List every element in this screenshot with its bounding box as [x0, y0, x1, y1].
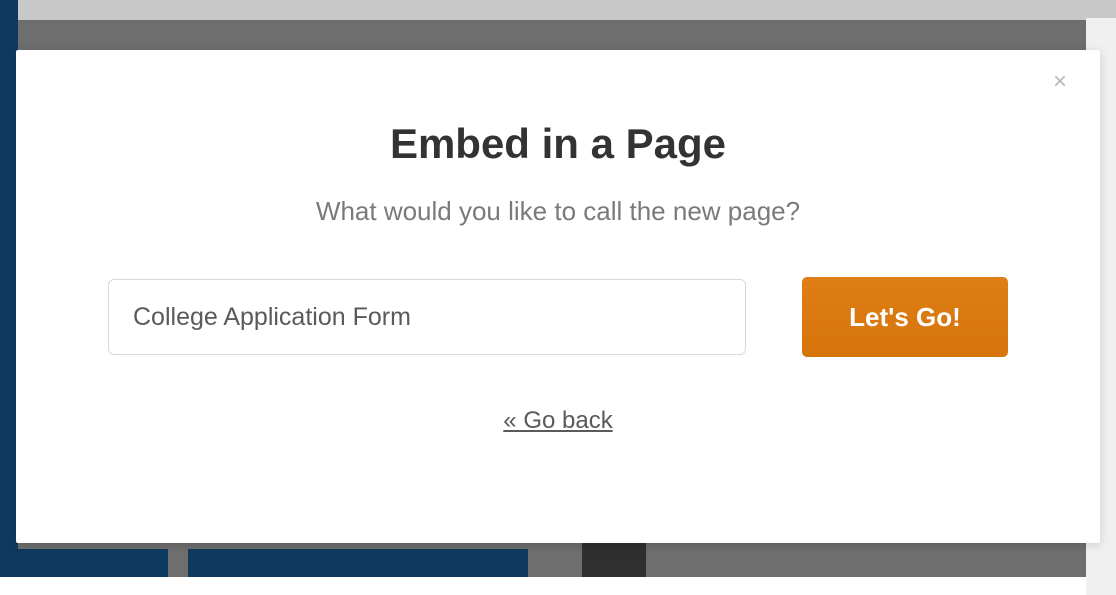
- close-icon[interactable]: ×: [1048, 70, 1072, 94]
- bg-element: [0, 549, 168, 577]
- embed-page-modal: × Embed in a Page What would you like to…: [16, 50, 1100, 543]
- bg-element: [0, 0, 1116, 20]
- modal-content: Embed in a Page What would you like to c…: [16, 100, 1100, 435]
- bg-element: [188, 549, 528, 577]
- lets-go-button[interactable]: Let's Go!: [802, 277, 1008, 357]
- form-row: Let's Go!: [108, 277, 1008, 357]
- modal-title: Embed in a Page: [390, 120, 726, 168]
- modal-subtitle: What would you like to call the new page…: [316, 196, 800, 227]
- go-back-link[interactable]: « Go back: [503, 407, 612, 435]
- page-name-input[interactable]: [108, 279, 746, 355]
